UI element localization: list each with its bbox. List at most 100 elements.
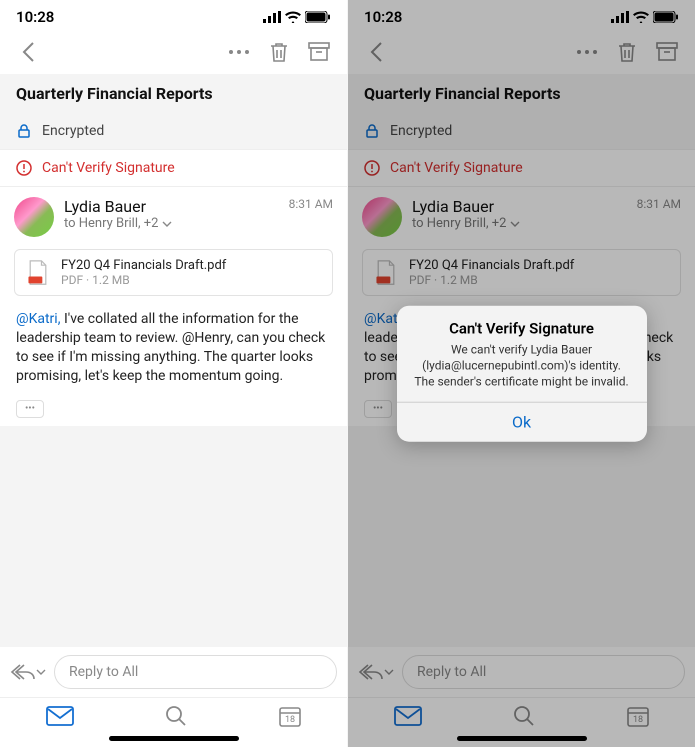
to-line[interactable]: to Henry Brill, +2 (64, 216, 279, 231)
search-icon (513, 705, 535, 727)
reply-all-icon (358, 663, 384, 681)
reply-bar: Reply to All (0, 647, 347, 697)
tab-mail[interactable] (394, 706, 422, 726)
wifi-icon (285, 11, 301, 23)
calendar-icon: 18 (626, 704, 650, 728)
signature-error-banner[interactable]: Can't Verify Signature (0, 150, 347, 187)
cellular-icon (611, 11, 629, 23)
from-name[interactable]: Lydia Bauer (64, 197, 279, 216)
chevron-down-icon (384, 669, 394, 675)
tab-mail[interactable] (46, 706, 74, 726)
battery-icon (305, 11, 331, 23)
avatar[interactable] (14, 197, 54, 237)
more-icon (576, 49, 598, 55)
battery-icon (653, 11, 679, 23)
archive-button[interactable] (303, 36, 335, 68)
status-icons (263, 11, 331, 23)
toolbar (348, 30, 695, 74)
calendar-icon: 18 (278, 704, 302, 728)
archive-button[interactable] (651, 36, 683, 68)
mail-icon (394, 706, 422, 726)
attachment[interactable]: FY20 Q4 Financials Draft.pdf PDF · 1.2 M… (14, 249, 333, 296)
trash-icon (269, 41, 289, 63)
phone-right: 10:28 Quarterly Financial Reports Encryp… (348, 0, 695, 747)
status-bar: 10:28 (348, 0, 695, 30)
mail-icon (46, 706, 74, 726)
status-bar: 10:28 (0, 0, 347, 30)
message-time: 8:31 AM (637, 197, 681, 211)
attachment-name: FY20 Q4 Financials Draft.pdf (409, 258, 574, 273)
attachment-meta: PDF · 1.2 MB (409, 273, 574, 287)
alert-dialog: Can't Verify Signature We can't verify L… (397, 305, 647, 442)
more-button[interactable] (571, 36, 603, 68)
error-label: Can't Verify Signature (390, 160, 523, 176)
tab-bar: 18 (348, 697, 695, 730)
archive-icon (656, 42, 678, 62)
chevron-down-icon (36, 669, 46, 675)
back-button[interactable] (360, 36, 392, 68)
status-icons (611, 11, 679, 23)
phone-left: 10:28 Quarterly Financial Reports Encryp… (0, 0, 347, 747)
encrypted-label: Encrypted (390, 123, 452, 139)
status-time: 10:28 (364, 8, 402, 26)
reply-mode-button[interactable] (10, 663, 46, 681)
pdf-icon (25, 260, 51, 286)
reply-all-icon (10, 663, 36, 681)
status-time: 10:28 (16, 8, 54, 26)
pdf-icon (373, 260, 399, 286)
attachment[interactable]: FY20 Q4 Financials Draft.pdf PDF · 1.2 M… (362, 249, 681, 296)
reply-input[interactable]: Reply to All (402, 655, 685, 689)
back-button[interactable] (12, 36, 44, 68)
from-name[interactable]: Lydia Bauer (412, 197, 627, 216)
message-time: 8:31 AM (289, 197, 333, 211)
svg-text:18: 18 (632, 715, 642, 725)
search-icon (165, 705, 187, 727)
encrypted-banner[interactable]: Encrypted (348, 113, 695, 150)
expand-quoted-button[interactable]: ••• (16, 400, 44, 418)
more-icon (228, 49, 250, 55)
error-label: Can't Verify Signature (42, 160, 175, 176)
message-header: Lydia Bauer to Henry Brill, +2 8:31 AM (0, 187, 347, 245)
home-indicator[interactable] (457, 736, 587, 741)
alert-icon (364, 160, 380, 176)
encrypted-banner[interactable]: Encrypted (0, 113, 347, 150)
reply-bar: Reply to All (348, 647, 695, 697)
lock-icon (364, 123, 380, 139)
svg-text:18: 18 (284, 715, 294, 725)
alert-ok-button[interactable]: Ok (397, 402, 647, 442)
reply-input[interactable]: Reply to All (54, 655, 337, 689)
encrypted-label: Encrypted (42, 123, 104, 139)
message-body: @Katri, I've collated all the informatio… (0, 304, 347, 392)
tab-bar: 18 (0, 697, 347, 730)
more-button[interactable] (223, 36, 255, 68)
chevron-left-icon (369, 41, 383, 63)
to-line[interactable]: to Henry Brill, +2 (412, 216, 627, 231)
chevron-left-icon (21, 41, 35, 63)
alert-message: We can't verify Lydia Bauer (lydia@lucer… (413, 341, 631, 390)
chevron-down-icon (162, 221, 172, 227)
reply-mode-button[interactable] (358, 663, 394, 681)
delete-button[interactable] (611, 36, 643, 68)
home-indicator[interactable] (109, 736, 239, 741)
alert-title: Can't Verify Signature (413, 319, 631, 337)
tab-search[interactable] (165, 705, 187, 727)
tab-search[interactable] (513, 705, 535, 727)
content-filler (348, 426, 695, 647)
tab-calendar[interactable]: 18 (278, 704, 302, 728)
subject: Quarterly Financial Reports (348, 74, 695, 113)
tab-calendar[interactable]: 18 (626, 704, 650, 728)
chevron-down-icon (510, 221, 520, 227)
mention[interactable]: @Katri, (16, 311, 60, 327)
attachment-name: FY20 Q4 Financials Draft.pdf (61, 258, 226, 273)
expand-quoted-button[interactable]: ••• (364, 400, 392, 418)
delete-button[interactable] (263, 36, 295, 68)
wifi-icon (633, 11, 649, 23)
content-filler (0, 426, 347, 647)
trash-icon (617, 41, 637, 63)
message-header: Lydia Bauer to Henry Brill, +2 8:31 AM (348, 187, 695, 245)
subject: Quarterly Financial Reports (0, 74, 347, 113)
avatar[interactable] (362, 197, 402, 237)
alert-icon (16, 160, 32, 176)
attachment-meta: PDF · 1.2 MB (61, 273, 226, 287)
signature-error-banner[interactable]: Can't Verify Signature (348, 150, 695, 187)
